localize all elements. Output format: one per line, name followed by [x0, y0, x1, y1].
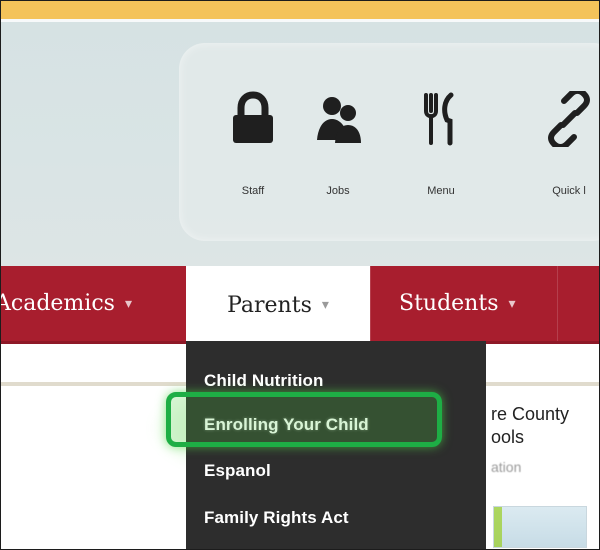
link-icon — [541, 88, 597, 150]
menu-item-enrolling-your-child[interactable]: Enrolling Your Child — [204, 405, 474, 445]
nav-academics-label: Academics — [0, 291, 115, 316]
menu-item-label: Enrolling Your Child — [204, 415, 369, 434]
utensils-icon — [413, 91, 469, 147]
primary-nav: Academics ▾ Parents ▾ Students ▾ — [1, 266, 599, 344]
nav-divider — [557, 266, 558, 341]
content-thumbnail — [493, 506, 587, 548]
quick-link-label: Quick l — [552, 185, 586, 197]
quick-link-staff[interactable]: Staff — [213, 63, 293, 197]
chevron-down-icon: ▾ — [508, 295, 516, 312]
chevron-down-icon: ▾ — [124, 295, 132, 312]
nav-parents-label: Parents — [227, 292, 312, 318]
nav-academics[interactable]: Academics ▾ — [0, 266, 179, 341]
quick-link-more[interactable]: Quick l — [529, 63, 599, 197]
nav-parents[interactable]: Parents ▾ — [186, 266, 370, 344]
quick-link-label: Staff — [241, 185, 265, 197]
top-accent-strip — [1, 1, 599, 19]
menu-item-label: Espanol — [204, 461, 271, 480]
menu-item-espanol[interactable]: Espanol — [204, 451, 474, 491]
county-subtitle: ation — [491, 459, 522, 475]
parents-dropdown-menu: Child Nutrition Enrolling Your Child Esp… — [186, 341, 486, 549]
menu-item-label: Child Nutrition — [204, 371, 324, 390]
nav-students-label: Students — [399, 291, 499, 316]
lock-icon — [225, 91, 281, 147]
users-icon — [310, 91, 366, 147]
browser-frame: Staff Jobs Menu Quick l Academics ▾ Pare… — [0, 0, 600, 550]
nav-divider — [370, 266, 371, 341]
menu-item-family-rights-act[interactable]: Family Rights Act — [204, 498, 474, 538]
nav-students[interactable]: Students ▾ — [399, 266, 559, 341]
quick-link-label: Jobs — [326, 185, 350, 197]
county-title: re County ools — [491, 404, 570, 447]
quick-link-menu[interactable]: Menu — [401, 63, 481, 197]
chevron-down-icon: ▾ — [321, 297, 329, 313]
menu-item-child-nutrition[interactable]: Child Nutrition — [204, 361, 474, 401]
quick-link-label: Menu — [427, 185, 455, 197]
menu-item-label: Family Rights Act — [204, 508, 349, 527]
quick-link-jobs[interactable]: Jobs — [298, 63, 378, 197]
